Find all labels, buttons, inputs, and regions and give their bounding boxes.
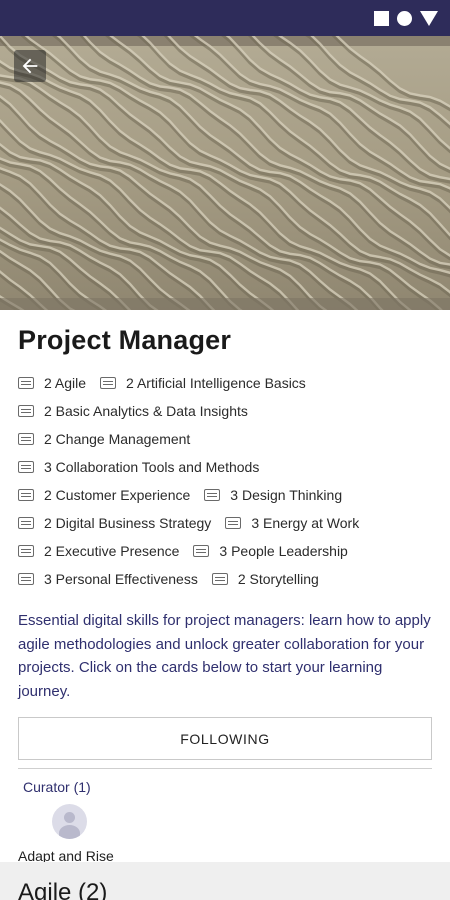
tag-chip[interactable]: 2 Storytelling bbox=[211, 571, 319, 587]
tag-list: 2 Agile 2 Artificial Intelligence Basics… bbox=[18, 369, 432, 593]
tag-label: 3 Design Thinking bbox=[230, 487, 343, 503]
card-icon bbox=[18, 377, 34, 389]
tag-label: 2 Digital Business Strategy bbox=[44, 515, 212, 531]
main-content: Project Manager 2 Agile 2 Artificial Int… bbox=[18, 310, 432, 864]
section-header: Agile (2) bbox=[0, 862, 450, 900]
card-icon bbox=[193, 545, 210, 557]
tag-chip[interactable]: 2 Executive Presence bbox=[18, 543, 179, 559]
tag-row: 2 Digital Business Strategy 3 Energy at … bbox=[18, 509, 432, 537]
tag-label: 3 People Leadership bbox=[219, 543, 348, 559]
card-icon bbox=[18, 405, 34, 417]
tag-label: 2 Change Management bbox=[44, 431, 191, 447]
card-icon bbox=[18, 573, 34, 585]
square-icon bbox=[374, 10, 389, 26]
back-button[interactable] bbox=[14, 50, 46, 82]
tag-chip[interactable]: 3 Energy at Work bbox=[225, 515, 359, 531]
tag-row: 2 Agile 2 Artificial Intelligence Basics bbox=[18, 369, 432, 397]
tag-chip[interactable]: 2 Artificial Intelligence Basics bbox=[100, 375, 306, 391]
card-icon bbox=[18, 517, 34, 529]
tag-label: 3 Personal Effectiveness bbox=[44, 571, 198, 587]
triangle-icon bbox=[420, 10, 438, 26]
card-icon bbox=[211, 573, 228, 585]
description-text: Essential digital skills for project man… bbox=[18, 612, 431, 700]
avatar-body bbox=[59, 825, 80, 839]
tag-chip[interactable]: 2 Digital Business Strategy bbox=[18, 515, 211, 531]
tag-label: 2 Basic Analytics & Data Insights bbox=[44, 403, 248, 419]
card-icon bbox=[18, 433, 34, 445]
card-icon bbox=[18, 545, 34, 557]
tag-label: 2 Executive Presence bbox=[44, 543, 180, 559]
tag-chip[interactable]: 3 Collaboration Tools and Methods bbox=[18, 459, 259, 475]
tag-label: 3 Collaboration Tools and Methods bbox=[44, 459, 260, 475]
arrow-left-icon bbox=[22, 58, 38, 74]
avatar[interactable] bbox=[52, 804, 87, 839]
tag-label: 2 Storytelling bbox=[237, 571, 319, 587]
tag-chip[interactable]: 3 People Leadership bbox=[193, 543, 348, 559]
card-icon bbox=[18, 489, 34, 501]
tag-row: 2 Customer Experience 3 Design Thinking bbox=[18, 481, 432, 509]
avatar-head bbox=[64, 812, 75, 823]
circle-icon bbox=[397, 10, 412, 26]
hero-image bbox=[0, 36, 450, 310]
tag-row: 3 Collaboration Tools and Methods bbox=[18, 453, 432, 481]
tag-label: 3 Energy at Work bbox=[251, 515, 360, 531]
tag-chip[interactable]: 2 Change Management bbox=[18, 431, 190, 447]
tag-chip[interactable]: 3 Design Thinking bbox=[204, 487, 342, 503]
page-title: Project Manager bbox=[18, 325, 232, 355]
divider bbox=[18, 768, 432, 769]
sand-dunes-image bbox=[0, 36, 450, 310]
section-title: Agile (2) bbox=[18, 879, 108, 900]
card-icon bbox=[100, 377, 117, 389]
tag-chip[interactable]: 2 Basic Analytics & Data Insights bbox=[18, 403, 248, 419]
tag-label: 2 Customer Experience bbox=[44, 487, 191, 503]
tag-chip[interactable]: 2 Customer Experience bbox=[18, 487, 190, 503]
tag-row: 3 Personal Effectiveness 2 Storytelling bbox=[18, 565, 432, 593]
tag-row: 2 Basic Analytics & Data Insights bbox=[18, 397, 432, 425]
tag-label: 2 Agile bbox=[44, 375, 87, 391]
curator-label: Curator (1) bbox=[23, 779, 91, 795]
tag-chip[interactable]: 3 Personal Effectiveness bbox=[18, 571, 198, 587]
tag-chip[interactable]: 2 Agile bbox=[18, 375, 86, 391]
status-bar bbox=[0, 0, 450, 36]
following-button[interactable]: FOLLOWING bbox=[18, 717, 432, 760]
card-icon bbox=[225, 517, 242, 529]
tag-row: 2 Executive Presence 3 People Leadership bbox=[18, 537, 432, 565]
card-icon bbox=[204, 489, 221, 501]
tag-row: 2 Change Management bbox=[18, 425, 432, 453]
tag-label: 2 Artificial Intelligence Basics bbox=[126, 375, 306, 391]
card-icon bbox=[18, 461, 34, 473]
